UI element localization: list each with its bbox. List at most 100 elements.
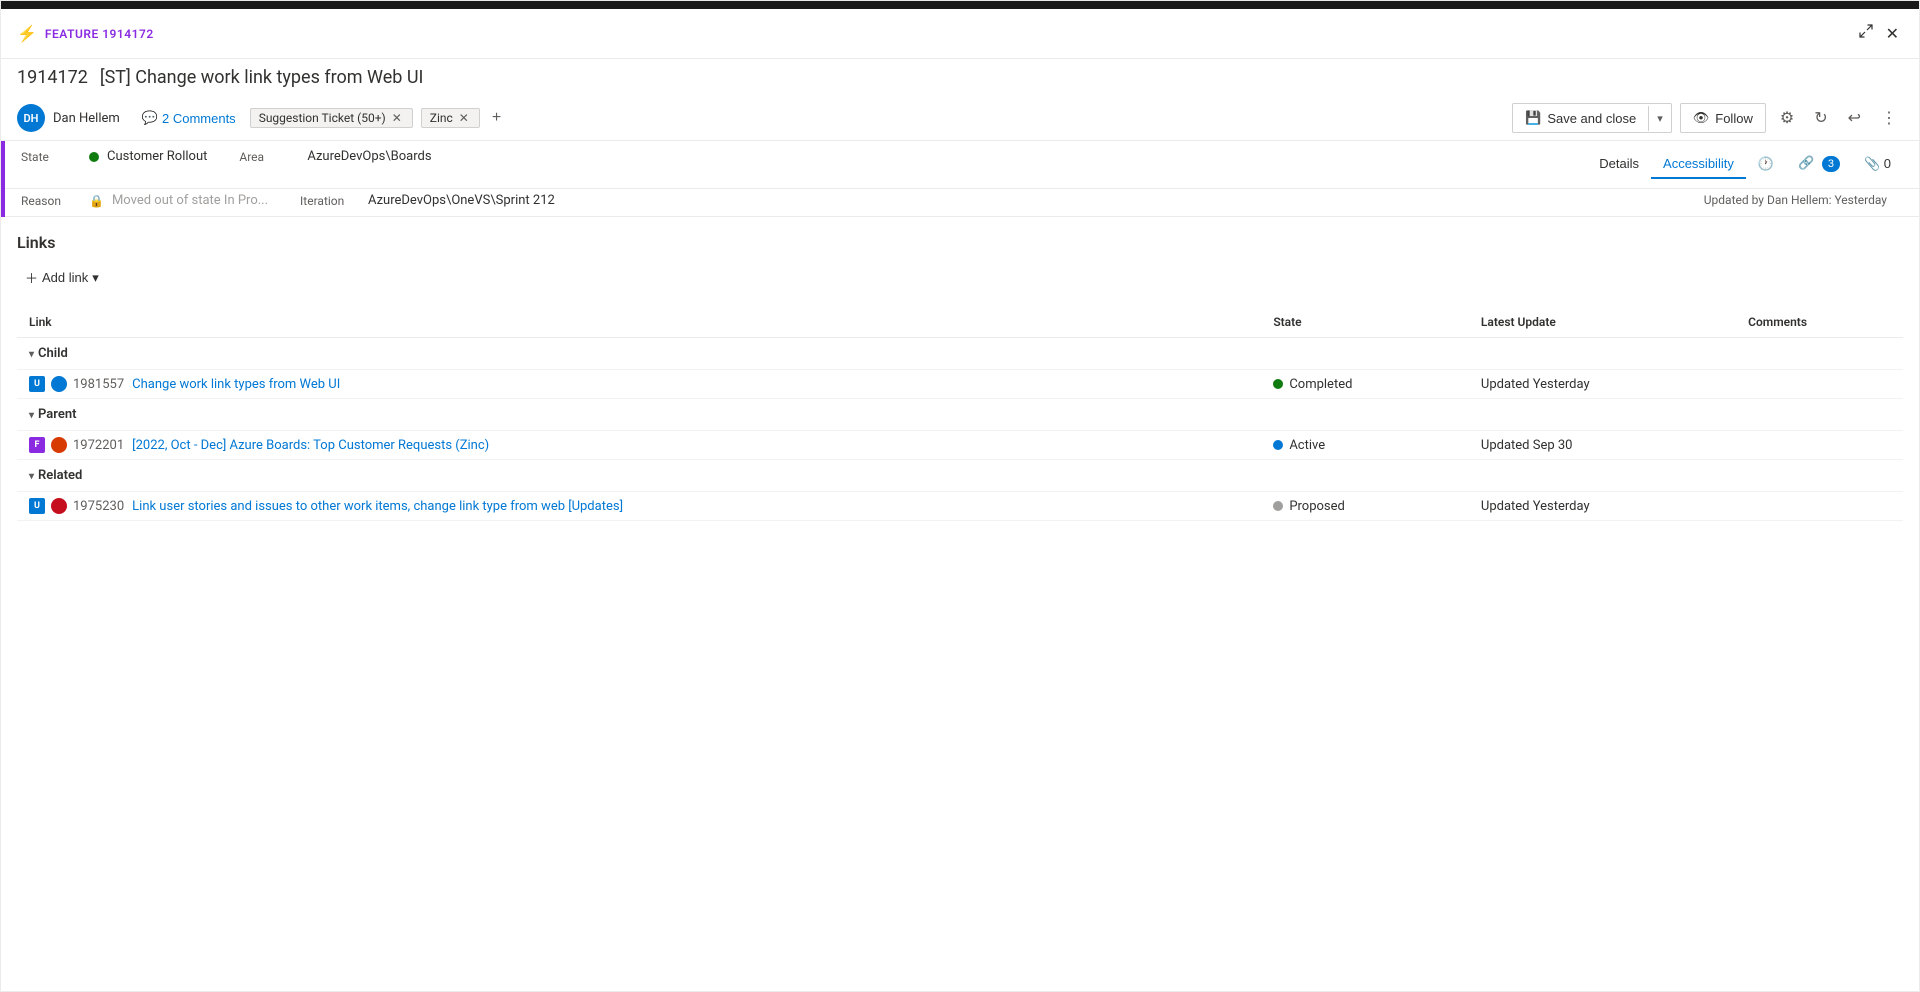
follow-icon: 👁 — [1693, 110, 1710, 126]
undo-button[interactable]: ↩ — [1842, 102, 1867, 134]
save-close-group: 💾 Save and close ▾ — [1512, 103, 1672, 133]
refresh-button[interactable]: ↻ — [1808, 102, 1833, 134]
feature-icon: ⚡ — [17, 24, 37, 43]
settings-button[interactable]: ⚙ — [1774, 102, 1800, 134]
updated-text: Updated by Dan Hellem: Yesterday — [1704, 193, 1887, 207]
col-link: Link — [17, 307, 1261, 338]
link-item: U 1981557 Change work link types from We… — [29, 376, 1249, 392]
links-badge: 3 — [1822, 156, 1840, 172]
state-text: Active — [1289, 438, 1325, 453]
state-text: Completed — [1289, 377, 1352, 392]
group-row[interactable]: ▾ Parent — [17, 399, 1903, 431]
work-item-id: 1914172 — [17, 67, 88, 88]
iteration-value[interactable]: AzureDevOps\OneVS\Sprint 212 — [368, 193, 555, 208]
history-icon: 🕐 — [1758, 156, 1774, 171]
lock-icon: 🔒 — [89, 194, 104, 208]
item-latest-update: Updated Yesterday — [1469, 370, 1736, 399]
tab-history[interactable]: 🕐 — [1746, 150, 1786, 180]
table-row: F 1972201 [2022, Oct - Dec] Azure Boards… — [17, 431, 1903, 460]
item-title[interactable]: [2022, Oct - Dec] Azure Boards: Top Cust… — [132, 438, 489, 453]
follow-button[interactable]: 👁 Follow — [1680, 103, 1766, 133]
item-avatar — [51, 437, 67, 453]
links-section-title: Links — [17, 233, 1903, 252]
reason-label: Reason — [21, 194, 81, 208]
save-close-chevron[interactable]: ▾ — [1648, 106, 1671, 131]
item-comments — [1736, 431, 1903, 460]
top-black-bar — [1, 1, 1919, 9]
item-comments — [1736, 370, 1903, 399]
area-field: Area AzureDevOps\Boards — [239, 149, 431, 164]
table-row: U 1981557 Change work link types from We… — [17, 370, 1903, 399]
group-row[interactable]: ▾ Related — [17, 460, 1903, 492]
tag-zinc-close[interactable]: ✕ — [457, 112, 471, 124]
avatar: DH — [17, 104, 45, 132]
item-latest-update: Updated Sep 30 — [1469, 431, 1736, 460]
reason-field: Reason 🔒 Moved out of state In Pro... — [21, 193, 268, 208]
item-latest-update: Updated Yesterday — [1469, 492, 1736, 521]
state-dot — [1273, 501, 1283, 511]
state-label: State — [21, 150, 81, 164]
expand-button[interactable] — [1854, 19, 1878, 48]
group-chevron: ▾ — [29, 471, 34, 482]
state-dot — [1273, 379, 1283, 389]
work-item-type-icon: U — [29, 376, 45, 392]
feature-header: ⚡ FEATURE 1914172 ✕ — [1, 9, 1919, 59]
group-chevron: ▾ — [29, 410, 34, 421]
meta-row2: Reason 🔒 Moved out of state In Pro... It… — [5, 189, 1919, 217]
add-link-chevron: ▾ — [92, 270, 99, 286]
tab-details[interactable]: Details — [1587, 150, 1651, 179]
toolbar-row: DH Dan Hellem 💬 2 Comments Suggestion Ti… — [1, 96, 1919, 141]
group-name: Parent — [38, 407, 76, 422]
save-close-button[interactable]: 💾 Save and close — [1513, 104, 1648, 132]
tag-zinc-label: Zinc — [430, 111, 453, 125]
work-item-type-icon: U — [29, 498, 45, 514]
item-state: Proposed — [1273, 499, 1457, 514]
links-table: Link State Latest Update Comments ▾ Child… — [17, 307, 1903, 521]
item-id: 1972201 — [73, 438, 124, 453]
item-title[interactable]: Change work link types from Web UI — [132, 377, 340, 392]
work-item-title: [ST] Change work link types from Web UI — [100, 67, 424, 88]
state-field: State Customer Rollout — [21, 149, 207, 164]
save-icon: 💾 — [1525, 110, 1541, 126]
more-button[interactable]: ⋮ — [1875, 102, 1903, 134]
link-item: U 1975230 Link user stories and issues t… — [29, 498, 1249, 514]
meta-row: State Customer Rollout Area AzureDevOps\… — [5, 141, 1919, 189]
item-title[interactable]: Link user stories and issues to other wo… — [132, 499, 623, 514]
link-item: F 1972201 [2022, Oct - Dec] Azure Boards… — [29, 437, 1249, 453]
col-comments: Comments — [1736, 307, 1903, 338]
tab-attachments[interactable]: 📎 0 — [1852, 150, 1903, 180]
tab-accessibility[interactable]: Accessibility — [1651, 150, 1746, 179]
area-label: Area — [239, 150, 299, 164]
iteration-label: Iteration — [300, 194, 360, 208]
main-content: Links ＋ Add link ▾ Link State Latest Upd… — [1, 217, 1919, 537]
col-latest-update: Latest Update — [1469, 307, 1736, 338]
iteration-field: Iteration AzureDevOps\OneVS\Sprint 212 — [300, 193, 555, 208]
attachments-badge: 0 — [1884, 156, 1891, 171]
state-value[interactable]: Customer Rollout — [107, 149, 207, 164]
author-name: Dan Hellem — [53, 111, 120, 126]
state-dot — [1273, 440, 1283, 450]
tag-suggestion: Suggestion Ticket (50+) ✕ — [250, 108, 413, 128]
item-avatar — [51, 376, 67, 392]
comments-button[interactable]: 💬 2 Comments — [136, 108, 242, 128]
group-row[interactable]: ▾ Child — [17, 338, 1903, 370]
item-state: Active — [1273, 438, 1457, 453]
state-indicator — [89, 152, 99, 162]
tab-links[interactable]: 🔗 3 — [1786, 149, 1852, 180]
follow-label: Follow — [1715, 111, 1753, 126]
tag-suggestion-close[interactable]: ✕ — [390, 112, 404, 124]
group-name: Related — [38, 468, 82, 483]
add-link-icon: ＋ — [25, 268, 38, 287]
tag-suggestion-label: Suggestion Ticket (50+) — [259, 111, 386, 125]
comments-icon: 💬 — [142, 110, 158, 126]
col-state: State — [1261, 307, 1469, 338]
group-chevron: ▾ — [29, 349, 34, 360]
add-link-button[interactable]: ＋ Add link ▾ — [17, 264, 107, 291]
item-id: 1981557 — [73, 377, 124, 392]
add-tag-button[interactable]: + — [488, 107, 505, 129]
area-value[interactable]: AzureDevOps\Boards — [307, 149, 431, 164]
close-button[interactable]: ✕ — [1882, 19, 1903, 48]
add-link-label: Add link — [42, 270, 88, 285]
group-name: Child — [38, 346, 68, 361]
feature-label: FEATURE 1914172 — [45, 27, 154, 41]
